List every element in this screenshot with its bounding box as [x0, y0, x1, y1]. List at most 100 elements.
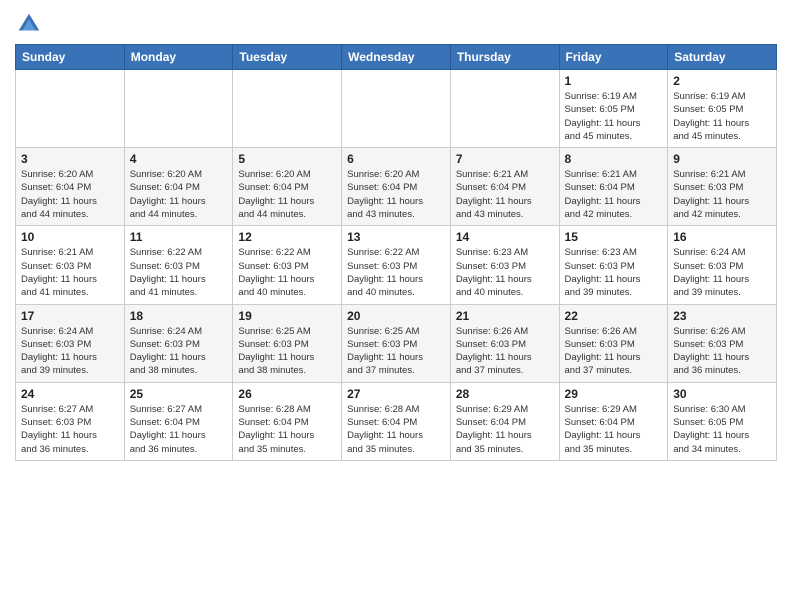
page: SundayMondayTuesdayWednesdayThursdayFrid… — [0, 0, 792, 476]
calendar-cell: 13 Sunrise: 6:22 AM Sunset: 6:03 PM Dayli… — [342, 226, 451, 304]
day-info: Sunrise: 6:29 AM Sunset: 6:04 PM Dayligh… — [565, 403, 663, 456]
calendar-week-row: 24 Sunrise: 6:27 AM Sunset: 6:03 PM Dayli… — [16, 382, 777, 460]
day-info: Sunrise: 6:27 AM Sunset: 6:04 PM Dayligh… — [130, 403, 228, 456]
calendar-cell: 12 Sunrise: 6:22 AM Sunset: 6:03 PM Dayli… — [233, 226, 342, 304]
calendar-week-row: 3 Sunrise: 6:20 AM Sunset: 6:04 PM Daylig… — [16, 148, 777, 226]
day-info: Sunrise: 6:28 AM Sunset: 6:04 PM Dayligh… — [238, 403, 336, 456]
day-info: Sunrise: 6:20 AM Sunset: 6:04 PM Dayligh… — [21, 168, 119, 221]
day-number: 11 — [130, 230, 228, 244]
calendar-cell: 22 Sunrise: 6:26 AM Sunset: 6:03 PM Dayli… — [559, 304, 668, 382]
day-info: Sunrise: 6:20 AM Sunset: 6:04 PM Dayligh… — [347, 168, 445, 221]
day-info: Sunrise: 6:25 AM Sunset: 6:03 PM Dayligh… — [238, 325, 336, 378]
day-info: Sunrise: 6:19 AM Sunset: 6:05 PM Dayligh… — [673, 90, 771, 143]
calendar-cell: 14 Sunrise: 6:23 AM Sunset: 6:03 PM Dayli… — [450, 226, 559, 304]
day-number: 29 — [565, 387, 663, 401]
day-number: 3 — [21, 152, 119, 166]
calendar-cell: 3 Sunrise: 6:20 AM Sunset: 6:04 PM Daylig… — [16, 148, 125, 226]
calendar-week-row: 10Sunrise: 6:21 AM Sunset: 6:03 PM Dayli… — [16, 226, 777, 304]
calendar-cell: 9Sunrise: 6:21 AM Sunset: 6:03 PM Daylig… — [668, 148, 777, 226]
day-info: Sunrise: 6:23 AM Sunset: 6:03 PM Dayligh… — [456, 246, 554, 299]
day-number: 14 — [456, 230, 554, 244]
weekday-header-saturday: Saturday — [668, 45, 777, 70]
logo — [15, 10, 47, 38]
day-info: Sunrise: 6:21 AM Sunset: 6:03 PM Dayligh… — [673, 168, 771, 221]
day-info: Sunrise: 6:22 AM Sunset: 6:03 PM Dayligh… — [238, 246, 336, 299]
calendar-week-row: 17 Sunrise: 6:24 AM Sunset: 6:03 PM Dayli… — [16, 304, 777, 382]
day-number: 7 — [456, 152, 554, 166]
day-info: Sunrise: 6:27 AM Sunset: 6:03 PM Dayligh… — [21, 403, 119, 456]
calendar-cell: 23Sunrise: 6:26 AM Sunset: 6:03 PM Dayli… — [668, 304, 777, 382]
day-info: Sunrise: 6:26 AM Sunset: 6:03 PM Dayligh… — [565, 325, 663, 378]
day-info: Sunrise: 6:28 AM Sunset: 6:04 PM Dayligh… — [347, 403, 445, 456]
calendar-cell — [16, 70, 125, 148]
day-info: Sunrise: 6:22 AM Sunset: 6:03 PM Dayligh… — [130, 246, 228, 299]
calendar-cell: 25 Sunrise: 6:27 AM Sunset: 6:04 PM Dayli… — [124, 382, 233, 460]
day-info: Sunrise: 6:23 AM Sunset: 6:03 PM Dayligh… — [565, 246, 663, 299]
calendar-cell — [124, 70, 233, 148]
calendar-cell: 20 Sunrise: 6:25 AM Sunset: 6:03 PM Dayli… — [342, 304, 451, 382]
day-number: 6 — [347, 152, 445, 166]
weekday-header-row: SundayMondayTuesdayWednesdayThursdayFrid… — [16, 45, 777, 70]
day-number: 26 — [238, 387, 336, 401]
day-number: 24 — [21, 387, 119, 401]
day-number: 23 — [673, 309, 771, 323]
day-info: Sunrise: 6:20 AM Sunset: 6:04 PM Dayligh… — [238, 168, 336, 221]
day-number: 15 — [565, 230, 663, 244]
weekday-header-sunday: Sunday — [16, 45, 125, 70]
weekday-header-thursday: Thursday — [450, 45, 559, 70]
day-number: 21 — [456, 309, 554, 323]
day-number: 27 — [347, 387, 445, 401]
calendar-cell: 28 Sunrise: 6:29 AM Sunset: 6:04 PM Dayli… — [450, 382, 559, 460]
day-number: 17 — [21, 309, 119, 323]
calendar-cell: 30 Sunrise: 6:30 AM Sunset: 6:05 PM Dayli… — [668, 382, 777, 460]
weekday-header-wednesday: Wednesday — [342, 45, 451, 70]
day-number: 18 — [130, 309, 228, 323]
day-info: Sunrise: 6:29 AM Sunset: 6:04 PM Dayligh… — [456, 403, 554, 456]
logo-icon — [15, 10, 43, 38]
calendar-cell: 16 Sunrise: 6:24 AM Sunset: 6:03 PM Dayli… — [668, 226, 777, 304]
day-number: 19 — [238, 309, 336, 323]
calendar-cell: 19 Sunrise: 6:25 AM Sunset: 6:03 PM Dayli… — [233, 304, 342, 382]
day-info: Sunrise: 6:21 AM Sunset: 6:04 PM Dayligh… — [565, 168, 663, 221]
day-number: 10 — [21, 230, 119, 244]
calendar-cell: 26 Sunrise: 6:28 AM Sunset: 6:04 PM Dayli… — [233, 382, 342, 460]
day-number: 30 — [673, 387, 771, 401]
calendar-cell: 5Sunrise: 6:20 AM Sunset: 6:04 PM Daylig… — [233, 148, 342, 226]
day-info: Sunrise: 6:19 AM Sunset: 6:05 PM Dayligh… — [565, 90, 663, 143]
day-info: Sunrise: 6:30 AM Sunset: 6:05 PM Dayligh… — [673, 403, 771, 456]
calendar-cell: 2 Sunrise: 6:19 AM Sunset: 6:05 PM Daylig… — [668, 70, 777, 148]
calendar-cell: 4Sunrise: 6:20 AM Sunset: 6:04 PM Daylig… — [124, 148, 233, 226]
calendar-cell: 10Sunrise: 6:21 AM Sunset: 6:03 PM Dayli… — [16, 226, 125, 304]
calendar-table: SundayMondayTuesdayWednesdayThursdayFrid… — [15, 44, 777, 461]
day-number: 25 — [130, 387, 228, 401]
calendar-cell: 24 Sunrise: 6:27 AM Sunset: 6:03 PM Dayli… — [16, 382, 125, 460]
header — [15, 10, 777, 38]
calendar-cell: 6 Sunrise: 6:20 AM Sunset: 6:04 PM Daylig… — [342, 148, 451, 226]
day-number: 13 — [347, 230, 445, 244]
day-number: 8 — [565, 152, 663, 166]
day-info: Sunrise: 6:25 AM Sunset: 6:03 PM Dayligh… — [347, 325, 445, 378]
calendar-cell: 11 Sunrise: 6:22 AM Sunset: 6:03 PM Dayli… — [124, 226, 233, 304]
weekday-header-monday: Monday — [124, 45, 233, 70]
calendar-cell: 21 Sunrise: 6:26 AM Sunset: 6:03 PM Dayli… — [450, 304, 559, 382]
day-info: Sunrise: 6:26 AM Sunset: 6:03 PM Dayligh… — [456, 325, 554, 378]
day-info: Sunrise: 6:24 AM Sunset: 6:03 PM Dayligh… — [21, 325, 119, 378]
day-info: Sunrise: 6:22 AM Sunset: 6:03 PM Dayligh… — [347, 246, 445, 299]
calendar-cell: 15 Sunrise: 6:23 AM Sunset: 6:03 PM Dayli… — [559, 226, 668, 304]
day-number: 2 — [673, 74, 771, 88]
day-info: Sunrise: 6:24 AM Sunset: 6:03 PM Dayligh… — [130, 325, 228, 378]
calendar-cell — [342, 70, 451, 148]
day-number: 20 — [347, 309, 445, 323]
calendar-cell: 29 Sunrise: 6:29 AM Sunset: 6:04 PM Dayli… — [559, 382, 668, 460]
day-number: 22 — [565, 309, 663, 323]
calendar-cell: 27 Sunrise: 6:28 AM Sunset: 6:04 PM Dayli… — [342, 382, 451, 460]
day-number: 16 — [673, 230, 771, 244]
day-number: 12 — [238, 230, 336, 244]
calendar-week-row: 1Sunrise: 6:19 AM Sunset: 6:05 PM Daylig… — [16, 70, 777, 148]
day-number: 28 — [456, 387, 554, 401]
weekday-header-friday: Friday — [559, 45, 668, 70]
calendar-cell: 18 Sunrise: 6:24 AM Sunset: 6:03 PM Dayli… — [124, 304, 233, 382]
day-number: 4 — [130, 152, 228, 166]
calendar-cell — [233, 70, 342, 148]
day-info: Sunrise: 6:24 AM Sunset: 6:03 PM Dayligh… — [673, 246, 771, 299]
